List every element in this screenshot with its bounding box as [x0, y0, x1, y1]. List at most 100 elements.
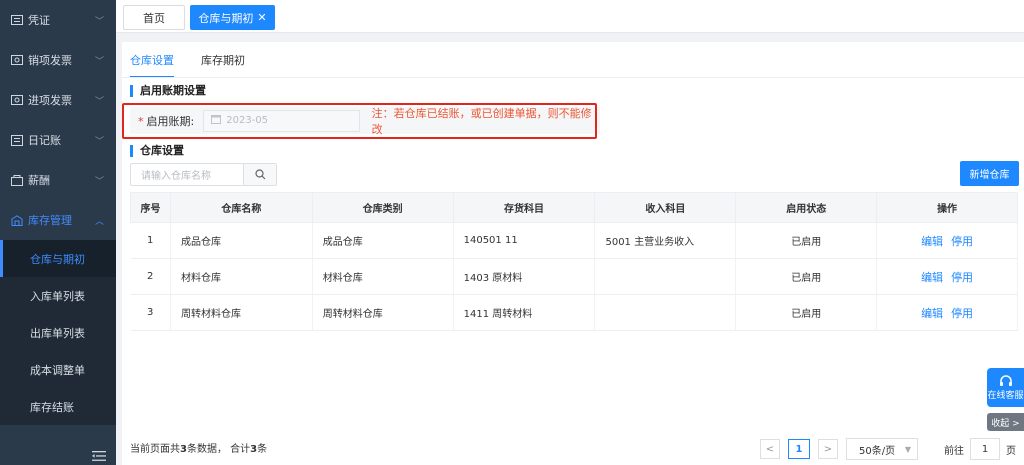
page-unit-label: 页 — [1006, 445, 1016, 457]
goto-label: 前往 — [944, 445, 964, 457]
submenu-item-cost-adjustment[interactable]: 成本调整单 — [0, 351, 116, 388]
page-number[interactable]: 1 — [788, 439, 810, 459]
record-summary: 当前页面共3条数据， 合计3条 — [130, 440, 267, 455]
search-icon — [254, 169, 265, 180]
edit-link[interactable]: 编辑 — [921, 235, 943, 248]
search-input[interactable]: 请输入仓库名称 — [131, 167, 243, 182]
summary-suffix: 条 — [257, 444, 268, 455]
cell-actions: 编辑 停用 — [876, 294, 1018, 331]
chevron-down-icon: ﹀ — [94, 17, 104, 27]
warehouse-icon — [10, 214, 24, 226]
summary-mid: 条数据， 合计 — [186, 444, 251, 455]
submenu-item-inbound-list[interactable]: 入库单列表 — [0, 277, 116, 314]
chevron-down-icon: ▼ — [904, 444, 911, 454]
sidebar-item-voucher[interactable]: 凭证 ﹀ — [0, 0, 116, 40]
next-page-button[interactable]: > — [818, 439, 838, 459]
summary-prefix: 当前页面共 — [130, 444, 180, 455]
submenu-item-outbound-list[interactable]: 出库单列表 — [0, 314, 116, 351]
warehouse-search: 请输入仓库名称 — [130, 163, 277, 186]
sidebar-item-label: 库存管理 — [28, 214, 72, 227]
sub-tabs: 仓库设置 库存期初 — [130, 52, 272, 78]
warehouse-table: 序号 仓库名称 仓库类别 存货科目 收入科目 启用状态 操作 1 成品仓库 成品… — [130, 192, 1018, 331]
column-header: 存货科目 — [452, 192, 596, 223]
warehouse-section-title: 仓库设置 — [130, 145, 184, 157]
cell-no: 1 — [130, 222, 171, 259]
invoice-in-icon — [10, 94, 24, 106]
table-row: 3 周转材料仓库 周转材料仓库 1411 周转材料 已启用 编辑 停用 — [130, 294, 1018, 331]
main-panel: 仓库设置 库存期初 启用账期设置 * 启用账期: 2023-05 注：若仓库已结账… — [122, 42, 1024, 465]
cell-income-account — [594, 258, 737, 295]
sidebar-item-label: 销项发票 — [28, 54, 72, 67]
cell-status: 已启用 — [735, 294, 878, 331]
column-header: 操作 — [876, 192, 1018, 223]
edit-link[interactable]: 编辑 — [921, 307, 943, 320]
headset-icon — [999, 374, 1012, 386]
invoice-out-icon — [10, 54, 24, 66]
cell-category: 成品仓库 — [312, 222, 454, 259]
cell-stock-account: 1411 周转材料 — [453, 294, 596, 331]
sidebar-item-inventory[interactable]: 库存管理 ︿ — [0, 200, 116, 240]
chevron-down-icon: ﹀ — [94, 137, 104, 147]
search-button[interactable] — [243, 164, 276, 185]
cell-no: 3 — [130, 294, 171, 331]
cell-stock-account: 140501 11 — [453, 222, 596, 259]
submenu-item-inventory-closing[interactable]: 库存结账 — [0, 388, 116, 425]
online-service-button[interactable]: 在线客服 — [987, 368, 1024, 407]
sidebar-item-sales-invoice[interactable]: 销项发票 ﹀ — [0, 40, 116, 80]
cell-income-account: 5001 主营业务收入 — [594, 222, 737, 259]
cell-stock-account: 1403 原材料 — [453, 258, 596, 295]
tab-bar: 首页 仓库与期初 ✕ — [116, 0, 1024, 33]
disable-link[interactable]: 停用 — [951, 271, 973, 284]
cell-category: 材料仓库 — [312, 258, 454, 295]
page-size-value: 50条/页 — [859, 445, 896, 457]
cell-status: 已启用 — [735, 258, 878, 295]
disable-link[interactable]: 停用 — [951, 235, 973, 248]
close-icon[interactable]: ✕ — [257, 11, 266, 24]
submenu-item-warehouse-opening[interactable]: 仓库与期初 — [0, 240, 116, 277]
column-header: 仓库类别 — [311, 192, 454, 223]
pagination: < 1 > 50条/页 ▼ 前往 1 页 — [760, 438, 1016, 460]
chevron-up-icon: ︿ — [94, 217, 104, 227]
voucher-icon — [10, 14, 24, 26]
tab-inventory-opening[interactable]: 库存期初 — [201, 52, 245, 78]
chevron-down-icon: ﹀ — [94, 57, 104, 67]
chevron-down-icon: ﹀ — [94, 97, 104, 107]
salary-icon — [10, 174, 24, 186]
sidebar: 凭证 ﹀ 销项发票 ﹀ 进项发票 ﹀ 日记账 ﹀ 薪酬 ﹀ 库存管理 ︿ 仓库与… — [0, 0, 116, 465]
cell-name: 材料仓库 — [170, 258, 313, 295]
sidebar-item-label: 进项发票 — [28, 94, 72, 107]
prev-page-button[interactable]: < — [760, 439, 780, 459]
goto-page-input[interactable]: 1 — [970, 438, 1000, 460]
tab-label: 首页 — [143, 11, 165, 25]
cell-name: 成品仓库 — [170, 222, 313, 259]
page-size-select[interactable]: 50条/页 ▼ — [846, 438, 918, 460]
table-row: 1 成品仓库 成品仓库 140501 11 5001 主营业务收入 已启用 编辑… — [130, 222, 1018, 259]
cell-actions: 编辑 停用 — [876, 258, 1018, 295]
inventory-submenu: 仓库与期初 入库单列表 出库单列表 成本调整单 库存结账 — [0, 240, 116, 425]
chevron-down-icon: ﹀ — [94, 177, 104, 187]
divider — [122, 77, 1024, 78]
cell-income-account — [594, 294, 737, 331]
highlight-box — [122, 103, 597, 139]
menu-collapse-icon[interactable] — [92, 451, 106, 461]
disable-link[interactable]: 停用 — [951, 307, 973, 320]
tab-home[interactable]: 首页 — [123, 5, 185, 30]
tab-label: 仓库与期初 — [198, 11, 254, 25]
column-header: 收入科目 — [594, 192, 737, 223]
sidebar-item-salary[interactable]: 薪酬 ﹀ — [0, 160, 116, 200]
cell-actions: 编辑 停用 — [876, 222, 1018, 259]
period-section-title: 启用账期设置 — [130, 85, 206, 97]
column-header: 序号 — [130, 192, 171, 223]
summary-count: 3 — [180, 444, 187, 455]
edit-link[interactable]: 编辑 — [921, 271, 943, 284]
tab-warehouse-settings[interactable]: 仓库设置 — [130, 52, 174, 78]
add-warehouse-button[interactable]: 新增仓库 — [960, 161, 1019, 186]
cell-name: 周转材料仓库 — [170, 294, 313, 331]
sidebar-item-purchase-invoice[interactable]: 进项发票 ﹀ — [0, 80, 116, 120]
journal-icon — [10, 134, 24, 146]
sidebar-item-label: 薪酬 — [28, 174, 50, 187]
tab-warehouse-opening[interactable]: 仓库与期初 ✕ — [190, 5, 275, 30]
column-header: 仓库名称 — [169, 192, 313, 223]
collapse-button[interactable]: 收起 > — [987, 413, 1024, 431]
sidebar-item-journal[interactable]: 日记账 ﹀ — [0, 120, 116, 160]
